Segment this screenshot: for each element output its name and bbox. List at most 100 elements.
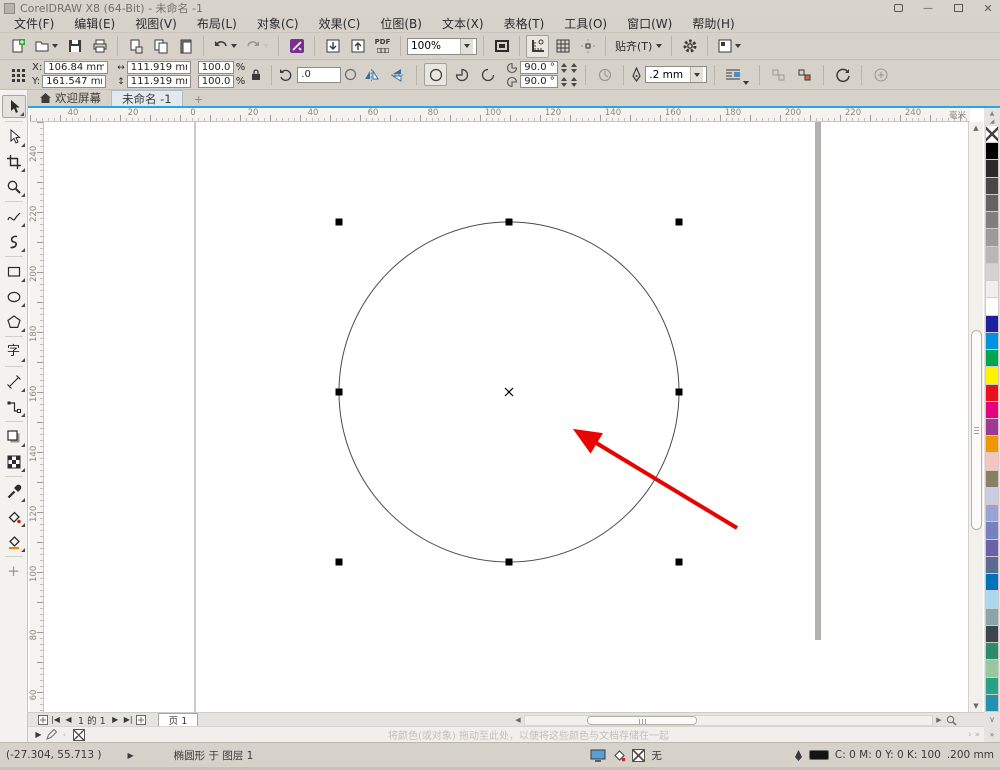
change-direction-button[interactable]: [593, 63, 616, 86]
palette-swatch-4[interactable]: [985, 194, 999, 213]
color-proof-icon[interactable]: [590, 749, 606, 762]
scale-v-input[interactable]: [197, 75, 234, 88]
palette-swatch-30[interactable]: [985, 643, 999, 661]
palette-scroll-right-icons[interactable]: › »: [968, 730, 984, 740]
publish-pdf-button[interactable]: PDF: [371, 35, 394, 58]
palette-scroll-down-icon[interactable]: ∨: [989, 715, 995, 724]
polygon-tool[interactable]: [2, 310, 26, 333]
palette-swatch-15[interactable]: [985, 384, 999, 402]
menu-item-5[interactable]: 效果(C): [309, 16, 371, 33]
edit-palette-icon[interactable]: [45, 729, 58, 741]
mirror-vertical-button[interactable]: [386, 63, 409, 86]
menu-item-3[interactable]: 布局(L): [187, 16, 247, 33]
ungroup-objects-button[interactable]: [793, 63, 816, 86]
smart-fill-tool[interactable]: [2, 530, 26, 553]
vertical-scrollbar-thumb[interactable]: [971, 330, 982, 530]
ellipse-tool[interactable]: [2, 285, 26, 308]
palette-swatch-1[interactable]: [985, 143, 999, 161]
account-icon[interactable]: [890, 2, 906, 14]
transparency-tool[interactable]: [2, 450, 26, 473]
vertical-ruler[interactable]: 240 220 200 180 160 140 120 100 80 60: [29, 122, 44, 712]
interactive-fill-tool[interactable]: [2, 505, 26, 528]
application-launcher-button[interactable]: [714, 35, 744, 58]
palette-swatch-31[interactable]: [985, 660, 999, 678]
new-document-tab-button[interactable]: +: [191, 93, 207, 106]
end-angle-spinner[interactable]: [560, 76, 568, 87]
cut-button[interactable]: [124, 35, 147, 58]
fill-color-swatch[interactable]: [632, 748, 646, 762]
palette-expand-icon[interactable]: »: [990, 730, 995, 739]
palette-swatch-24[interactable]: [985, 539, 999, 557]
mirror-horizontal-button[interactable]: [360, 63, 383, 86]
outline-width-caret[interactable]: [690, 67, 704, 82]
paste-button[interactable]: [174, 35, 197, 58]
palette-swatch-23[interactable]: [985, 522, 999, 540]
palette-swatch-19[interactable]: [985, 453, 999, 471]
outline-width-combo[interactable]: [645, 66, 708, 83]
show-grid-button[interactable]: [551, 35, 574, 58]
scroll-down-arrow[interactable]: ▼: [969, 700, 983, 712]
menu-item-6[interactable]: 位图(B): [370, 16, 432, 33]
horizontal-scrollbar-thumb[interactable]: [587, 715, 697, 725]
copy-button[interactable]: [149, 35, 172, 58]
add-tool-button[interactable]: +: [2, 560, 26, 583]
show-rulers-button[interactable]: [526, 34, 549, 58]
lock-ratio-button[interactable]: [248, 63, 264, 86]
shape-tool[interactable]: [2, 125, 26, 148]
show-guidelines-button[interactable]: [576, 35, 599, 58]
minimize-button[interactable]: —: [920, 2, 936, 14]
export-button[interactable]: [346, 35, 369, 58]
new-document-button[interactable]: [6, 35, 29, 58]
zoom-level-input[interactable]: [408, 38, 460, 54]
palette-swatch-17[interactable]: [985, 418, 999, 437]
palette-swatch-none[interactable]: [985, 126, 999, 144]
rotation-angle-input[interactable]: [297, 66, 342, 83]
horizontal-ruler[interactable]: 毫米 40 20 0 20 40 60 80 100 120 140 160 180 200 220 240: [30, 108, 970, 122]
palette-swatch-28[interactable]: [985, 608, 999, 626]
text-tool[interactable]: 字: [2, 340, 26, 363]
import-button[interactable]: [321, 35, 344, 58]
x-position-input[interactable]: [44, 61, 109, 74]
ellipse-mode-button[interactable]: [424, 63, 448, 86]
menu-item-2[interactable]: 视图(V): [125, 16, 187, 33]
dimension-tool[interactable]: [2, 370, 26, 393]
menu-item-10[interactable]: 窗口(W): [617, 16, 682, 33]
document-palette-flyout-icon[interactable]: ▶: [32, 729, 45, 741]
start-angle-spinner[interactable]: [560, 62, 568, 73]
palette-swatch-7[interactable]: [985, 246, 999, 264]
drawing-surface[interactable]: [44, 122, 968, 712]
palette-swatch-33[interactable]: [985, 694, 999, 712]
palette-swatch-2[interactable]: [985, 160, 999, 178]
snap-to-button[interactable]: 贴齐(T): [612, 35, 665, 58]
palette-swatch-8[interactable]: [985, 263, 999, 282]
menu-item-0[interactable]: 文件(F): [4, 16, 64, 33]
horizontal-scrollbar[interactable]: ◀ ▶: [512, 714, 958, 726]
add-page-end-button[interactable]: [135, 714, 148, 726]
convert-to-curves-button[interactable]: [831, 63, 854, 86]
start-angle-spinner2[interactable]: [570, 62, 578, 73]
scale-h-input[interactable]: [197, 61, 234, 74]
end-angle-input[interactable]: [520, 75, 559, 88]
palette-swatch-6[interactable]: [985, 229, 999, 247]
palette-swatch-22[interactable]: [985, 505, 999, 523]
open-button[interactable]: [31, 35, 61, 58]
last-page-button[interactable]: ▶|: [122, 714, 135, 726]
tab-document-1[interactable]: 未命名 -1: [111, 90, 183, 106]
start-angle-input[interactable]: [520, 61, 559, 74]
scroll-up-arrow[interactable]: ▲: [969, 122, 983, 134]
pick-tool[interactable]: [1, 95, 26, 118]
rectangle-tool[interactable]: [2, 260, 26, 283]
arc-mode-button[interactable]: [476, 63, 499, 86]
y-position-input[interactable]: [42, 75, 107, 88]
palette-swatch-18[interactable]: [985, 436, 999, 454]
zoom-level-combo[interactable]: [407, 37, 477, 55]
menu-item-4[interactable]: 对象(C): [247, 16, 309, 33]
palette-swatch-3[interactable]: [985, 177, 999, 195]
palette-swatch-10[interactable]: [985, 298, 999, 316]
freehand-tool[interactable]: [2, 205, 26, 228]
fill-icon[interactable]: [612, 748, 626, 762]
save-button[interactable]: [63, 35, 86, 58]
options-button[interactable]: [678, 35, 701, 58]
palette-swatch-20[interactable]: [985, 470, 999, 488]
object-height-input[interactable]: [126, 75, 191, 88]
